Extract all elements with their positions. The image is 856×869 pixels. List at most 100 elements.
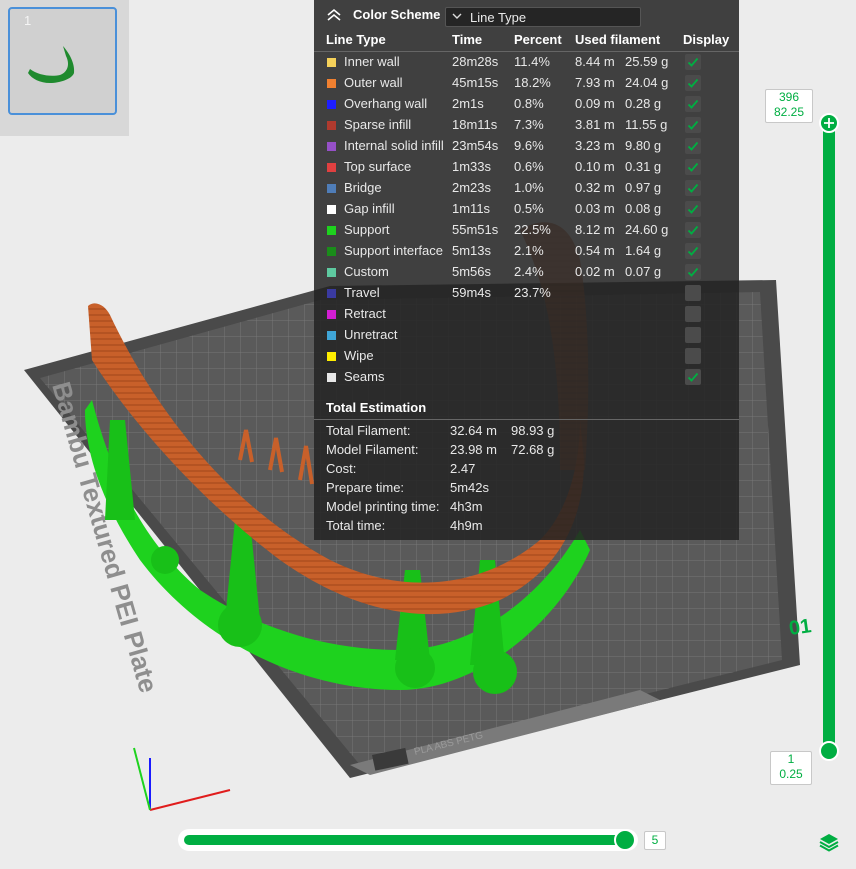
legend-row-inner-wall: Inner wall 28m28s 11.4% 8.44 m 25.59 g [314,52,739,73]
display-checkbox[interactable] [685,327,701,343]
plus-icon [824,118,834,128]
checkmark-icon [687,246,699,256]
total-label: Prepare time: [326,480,405,495]
legend-cell-name: Seams [344,369,385,384]
display-checkbox[interactable] [685,243,701,259]
layer-slider-bottom-handle[interactable] [819,741,839,761]
display-checkbox[interactable] [685,264,701,280]
checkmark-icon [687,183,699,193]
color-swatch [327,58,336,67]
view-type-select[interactable]: Line Type [445,7,641,27]
display-checkbox[interactable] [685,138,701,154]
color-swatch [327,142,336,151]
header-time: Time [452,32,483,47]
collapse-icon[interactable] [326,8,342,22]
top-layer-number: 396 [778,90,800,104]
legend-cell-weight: 24.04 g [625,75,669,90]
display-checkbox[interactable] [685,369,701,385]
layer-slider-track[interactable] [823,122,835,752]
display-checkbox[interactable] [685,180,701,196]
legend-cell-length: 0.32 m [575,180,615,195]
legend-cell-time: 1m11s [452,201,491,216]
legend-cell-percent: 7.3% [514,117,544,132]
plate-thumbnail-image [28,46,75,83]
color-scheme-legend: Color Scheme Line Type Line Type Time Pe… [314,0,739,540]
legend-cell-percent: 1.0% [514,180,544,195]
legend-cell-time: 2m23s [452,180,492,195]
color-swatch [327,373,336,382]
legend-cell-length: 0.54 m [575,243,615,258]
display-checkbox[interactable] [685,159,701,175]
move-slider-track[interactable] [184,835,626,845]
display-checkbox[interactable] [685,222,701,238]
legend-cell-weight: 0.31 g [625,159,662,174]
total-label: Total Filament: [326,423,411,438]
legend-cell-weight: 0.28 g [625,96,662,111]
legend-cell-percent: 22.5% [514,222,551,237]
legend-row-unretract: Unretract [314,325,739,346]
top-layer-height: 82.25 [773,105,805,119]
total-value: 23.98 m [450,442,497,457]
display-checkbox[interactable] [685,54,701,70]
total-value2: 98.93 g [511,423,555,438]
legend-cell-percent: 2.1% [514,243,544,258]
display-checkbox[interactable] [685,75,701,91]
plate-thumbnail[interactable]: 1 [8,7,117,115]
bottom-layer-height: 0.25 [779,767,803,781]
legend-cell-name: Support interface [344,243,444,258]
legend-cell-name: Outer wall [344,75,403,90]
display-checkbox[interactable] [685,117,701,133]
checkmark-icon [687,267,699,277]
total-label: Model Filament: [326,442,419,457]
legend-cell-weight: 24.60 g [625,222,669,237]
display-checkbox[interactable] [685,201,701,217]
legend-cell-weight: 9.80 g [625,138,662,153]
layers-icon[interactable] [818,831,840,853]
legend-cell-name: Support [344,222,390,237]
color-swatch [327,79,336,88]
legend-row-support: Support 55m51s 22.5% 8.12 m 24.60 g [314,220,739,241]
move-slider-handle[interactable] [614,829,636,851]
checkmark-icon [687,57,699,67]
color-swatch [327,352,336,361]
display-checkbox[interactable] [685,96,701,112]
legend-cell-name: Inner wall [344,54,400,69]
totals-divider [314,419,739,420]
total-label: Total time: [326,518,386,533]
legend-header: Color Scheme Line Type [314,0,739,30]
plate-number: 01 [788,615,813,640]
checkmark-icon [687,204,699,214]
color-swatch [327,205,336,214]
layer-slider-top-handle[interactable] [819,113,839,133]
legend-cell-length: 0.03 m [575,201,615,216]
legend-cell-name: Internal solid infill [344,138,444,153]
checkmark-icon [687,225,699,235]
header-percent: Percent [514,32,562,47]
legend-row-wipe: Wipe [314,346,739,367]
view-type-value: Line Type [470,10,527,25]
legend-row-custom: Custom 5m56s 2.4% 0.02 m 0.07 g [314,262,739,283]
total-label: Model printing time: [326,499,440,514]
legend-cell-percent: 0.6% [514,159,544,174]
legend-cell-weight: 0.08 g [625,201,662,216]
display-checkbox[interactable] [685,348,701,364]
legend-cell-name: Gap infill [344,201,395,216]
legend-cell-time: 1m33s [452,159,492,174]
legend-title: Color Scheme [353,7,441,22]
display-checkbox[interactable] [685,306,701,322]
axis-gizmo [133,747,231,811]
checkmark-icon [687,141,699,151]
total-value2: 72.68 g [511,442,555,457]
legend-cell-length: 3.81 m [575,117,615,132]
legend-cell-time: 2m1s [452,96,484,111]
top-layer-label: 396 82.25 [765,89,813,123]
header-display: Display [683,32,730,47]
color-swatch [327,184,336,193]
legend-cell-percent: 23.7% [514,285,551,300]
legend-row-overhang-wall: Overhang wall 2m1s 0.8% 0.09 m 0.28 g [314,94,739,115]
legend-cell-name: Overhang wall [344,96,428,111]
legend-cell-time: 28m28s [452,54,499,69]
display-checkbox[interactable] [685,285,701,301]
legend-cell-name: Bridge [344,180,382,195]
legend-row-travel: Travel 59m4s 23.7% [314,283,739,304]
